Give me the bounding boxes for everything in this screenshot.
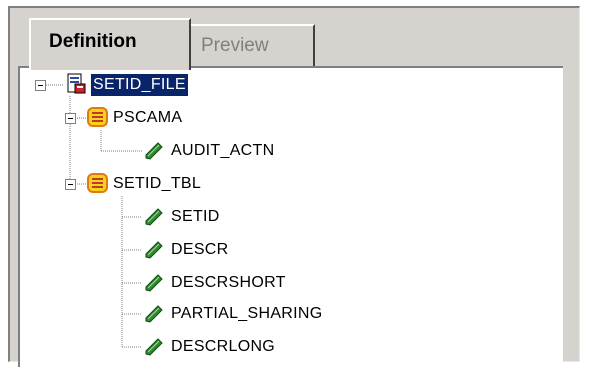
tree-node-partial-sharing-label[interactable]: PARTIAL_SHARING xyxy=(171,303,323,325)
tree-node-descr-label[interactable]: DESCR xyxy=(171,239,229,261)
tab-definition-label: Definition xyxy=(49,31,137,52)
tree-node-descrshort-label[interactable]: DESCRSHORT xyxy=(171,272,286,294)
tree-node-setid-tbl-label[interactable]: SETID_TBL xyxy=(113,173,201,195)
tree-node-setid-label[interactable]: SETID xyxy=(171,206,220,228)
tree-node-descrlong-label[interactable]: DESCRLONG xyxy=(171,336,275,358)
record-icon xyxy=(87,107,108,127)
tab-preview-label: Preview xyxy=(201,35,269,56)
collapse-setid-tbl-button[interactable] xyxy=(65,179,76,190)
collapse-pscama-button[interactable] xyxy=(65,113,76,124)
file-layout-icon xyxy=(67,73,86,94)
tree-node-root-label[interactable]: SETID_FILE xyxy=(90,73,189,97)
record-icon xyxy=(87,173,108,193)
tree-node-pscama-label[interactable]: PSCAMA xyxy=(113,107,182,129)
field-pencil-icon xyxy=(145,305,163,323)
collapse-root-button[interactable] xyxy=(35,80,46,91)
field-pencil-icon xyxy=(145,338,163,356)
field-pencil-icon xyxy=(145,142,163,160)
field-pencil-icon xyxy=(145,241,163,259)
field-pencil-icon xyxy=(145,208,163,226)
definition-panel: SETID_FILE PSCAMA AUDIT_ACTN SETID_TBL S… xyxy=(18,66,563,367)
field-pencil-icon xyxy=(145,274,163,292)
tab-definition[interactable]: Definition xyxy=(29,18,191,70)
tree-node-audit-actn-label[interactable]: AUDIT_ACTN xyxy=(171,140,274,162)
tab-preview[interactable]: Preview xyxy=(191,24,315,66)
